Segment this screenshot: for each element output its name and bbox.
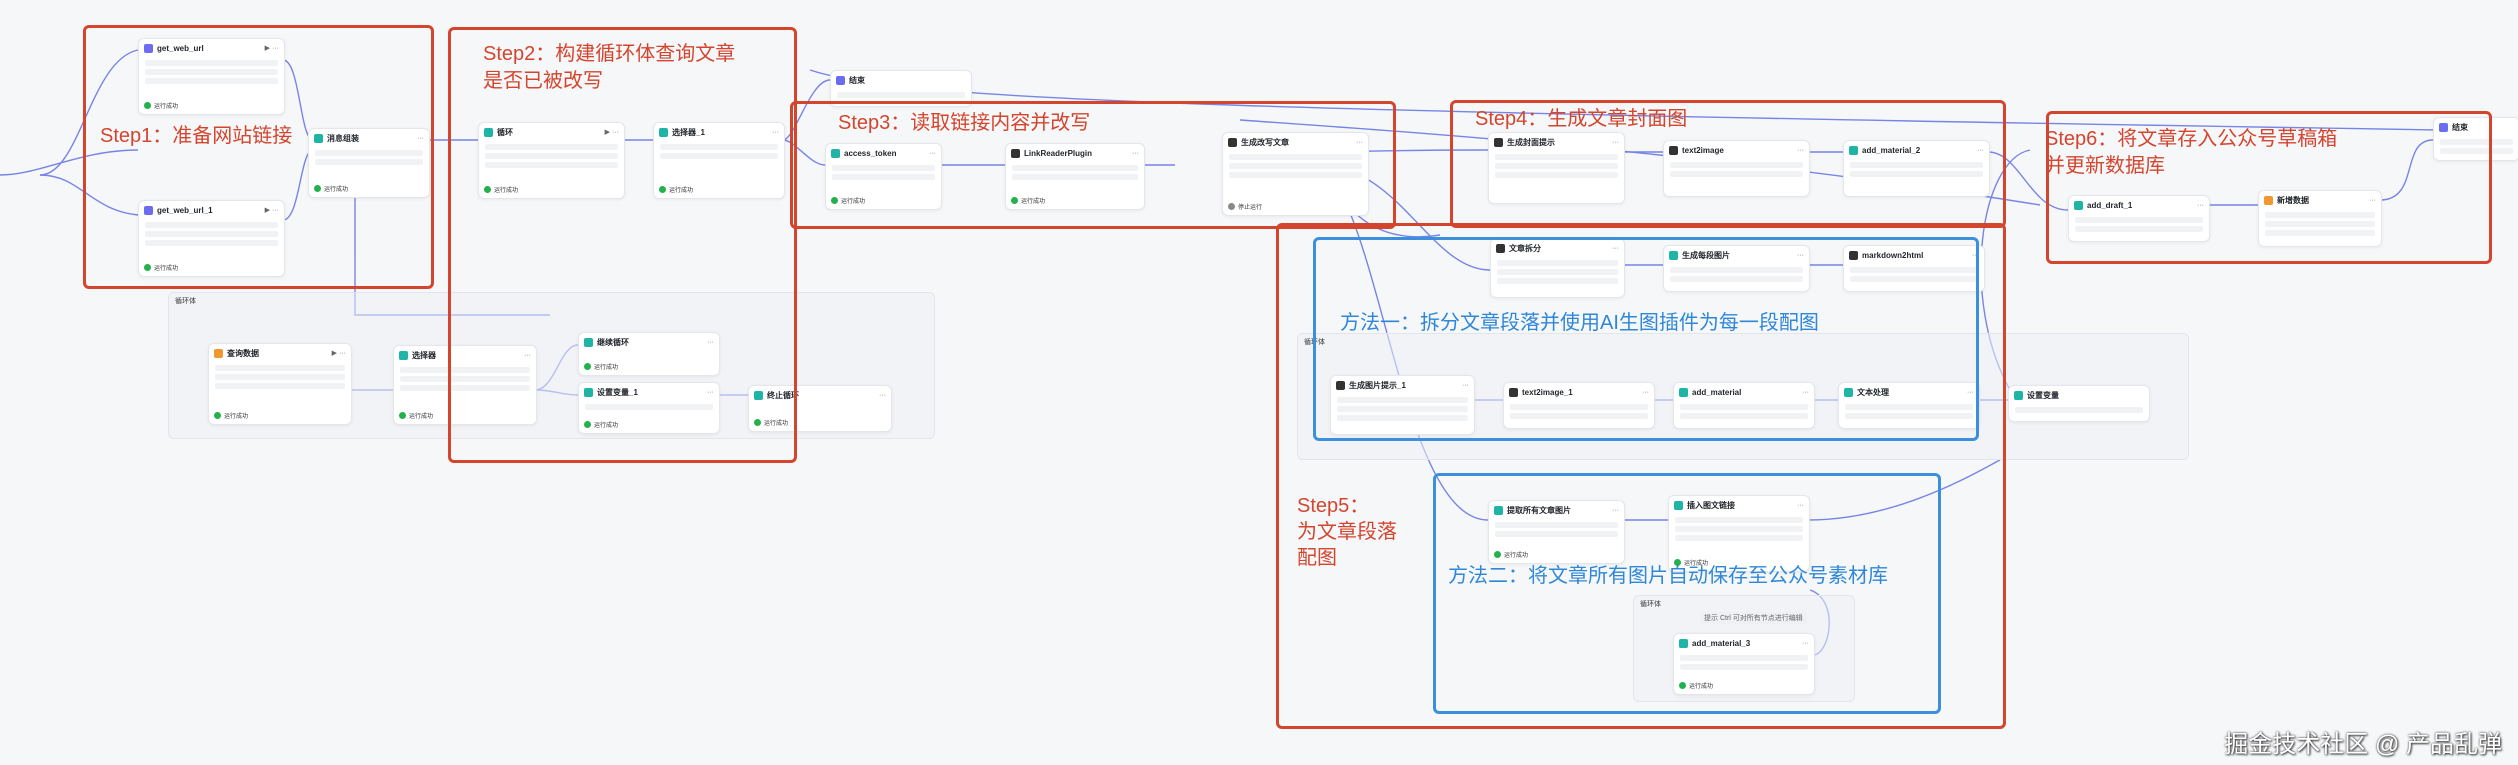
variable-icon — [2014, 390, 2023, 400]
step6-label-line2: 并更新数据库 — [2045, 155, 2165, 177]
node-set-var[interactable]: 设置变量 — [2008, 385, 2150, 422]
status-badge: 运行成功 — [399, 411, 433, 420]
more-icon[interactable]: ··· — [879, 392, 886, 399]
step2-label-line2: 是否已被改写 — [483, 70, 603, 92]
step5-label-line1: Step5： — [1297, 495, 1370, 517]
method2-label: 方法二：将文章所有图片自动保存至公众号素材库 — [1448, 565, 1888, 587]
step5-label-line2: 为文章段落 — [1297, 521, 1397, 543]
step1-box — [83, 25, 434, 289]
step5-label-line3: 配图 — [1297, 547, 1337, 569]
more-icon[interactable]: ▶ ··· — [332, 349, 346, 357]
status-badge: 运行成功 — [214, 411, 248, 420]
workflow-canvas[interactable]: get_web_url ▶ ··· 运行成功 get_web_url_1 ▶ ···… — [0, 0, 2518, 765]
watermark: 掘金技术社区 @ 产品乱弹 — [2224, 731, 2502, 758]
node-query-db[interactable]: 查询数据 ▶ ··· 运行成功 — [208, 343, 352, 425]
step4-label: Step4：生成文章封面图 — [1475, 108, 1688, 130]
end-icon — [836, 75, 845, 85]
method2-box — [1433, 473, 1941, 714]
method1-label: 方法一：拆分文章段落并使用AI生图插件为每一段配图 — [1340, 312, 1819, 334]
step1-label: Step1：准备网站链接 — [100, 125, 293, 147]
database-icon — [214, 348, 223, 358]
step3-label: Step3：读取链接内容并改写 — [838, 112, 1091, 134]
loop-hint: 提示 Ctrl 可对所有节点进行编辑 — [1700, 612, 1807, 624]
step2-label-line1: Step2：构建循环体查询文章 — [483, 43, 736, 65]
selector-icon — [399, 350, 408, 360]
method1-box — [1313, 237, 1979, 441]
step6-label-line1: Step6：将文章存入公众号草稿箱 — [2045, 128, 2338, 150]
